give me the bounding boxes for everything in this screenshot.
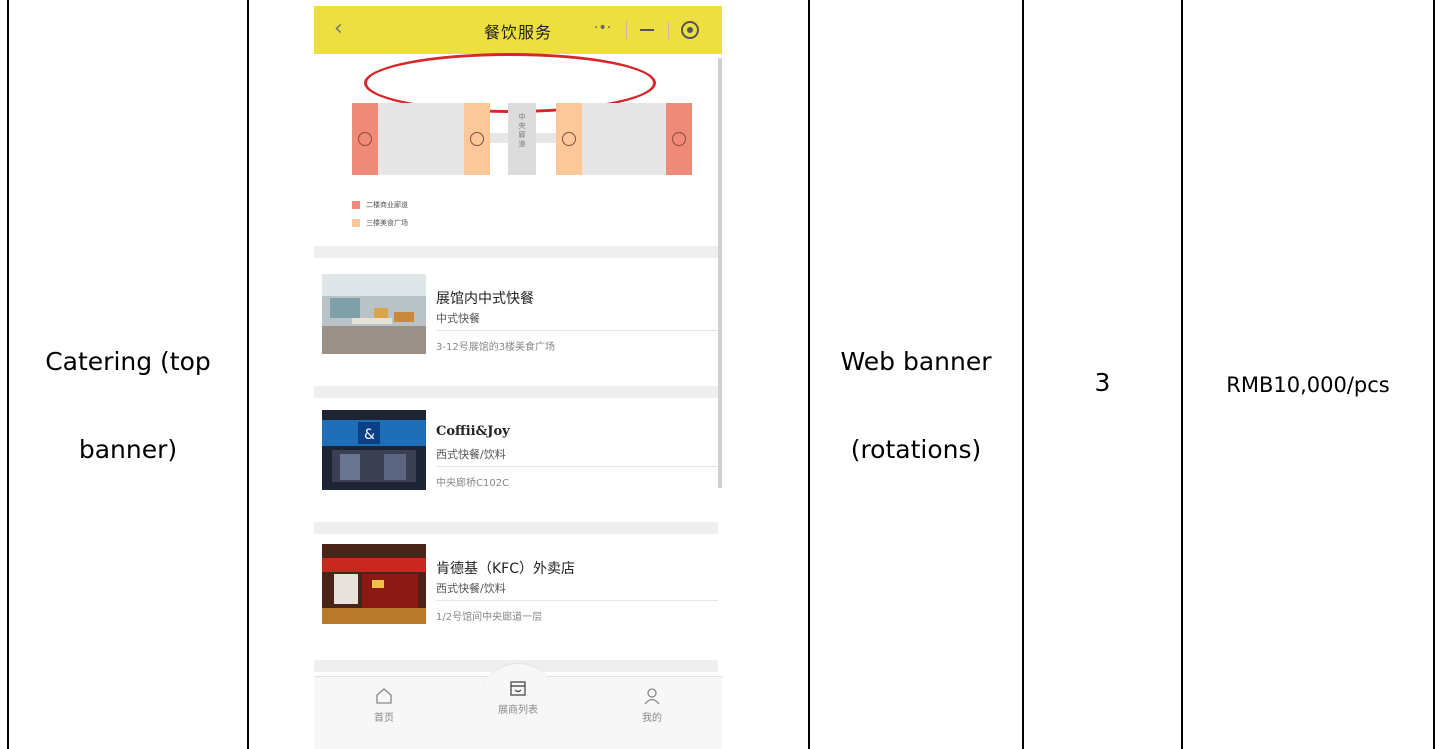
- map-zone-west: [352, 103, 378, 175]
- tab-exhibitor-list-label: 展商列表: [498, 705, 538, 716]
- svg-text:&: &: [364, 427, 375, 443]
- food-icon: [562, 132, 576, 146]
- restaurant-name: 肯德基（KFC）外卖店: [436, 561, 576, 577]
- restaurant-name: Coffii&Joy: [436, 424, 510, 439]
- map-central-corridor: 中央廊道: [508, 103, 536, 175]
- restaurant-item[interactable]: 展馆内中式快餐 中式快餐 3-12号展馆的3楼美食广场: [314, 258, 718, 368]
- map-hall-west: [378, 103, 464, 175]
- map-zone-center-right: [556, 103, 582, 175]
- restaurant-location: 1/2号馆间中央廊道一层: [436, 612, 543, 623]
- restaurant-photo: &: [322, 410, 426, 490]
- channel-line-2: banner): [78, 435, 178, 464]
- tab-home-label: 首页: [374, 713, 394, 724]
- restaurant-category: 中式快餐: [436, 312, 480, 325]
- user-icon: [643, 687, 661, 705]
- restaurant-location: 3-12号展馆的3楼美食广场: [436, 342, 556, 353]
- food-icon: [358, 132, 372, 146]
- restaurant-item[interactable]: & Coffii&Joy 西式快餐/饮料 中央廊桥C102C: [314, 394, 718, 504]
- scrollbar[interactable]: [718, 58, 722, 488]
- home-icon: [375, 687, 393, 705]
- restaurant-photo: [322, 544, 426, 624]
- mini-program-screenshot: ‹ 餐饮服务 ·•· 中央廊道 二楼商业廊道 三楼美食广场 展馆内中式快餐 中式…: [314, 6, 722, 749]
- tab-home[interactable]: 首页: [344, 687, 424, 724]
- map-zone-east: [666, 103, 692, 175]
- tab-me[interactable]: 我的: [612, 687, 692, 724]
- tab-me-label: 我的: [642, 713, 662, 724]
- more-dots-icon[interactable]: ·•·: [594, 20, 611, 36]
- nav-bar: ‹ 餐饮服务 ·•·: [314, 6, 722, 54]
- legend-second-floor: 二楼商业廊道: [366, 201, 408, 209]
- restaurant-item[interactable]: 肯德基（KFC）外卖店 西式快餐/饮料 1/2号馆间中央廊道一层: [314, 528, 718, 638]
- food-icon: [672, 132, 686, 146]
- food-icon: [470, 132, 484, 146]
- map-zone-center-left: [464, 103, 490, 175]
- channel-line-1: Catering (top: [45, 347, 211, 376]
- format-line-2: (rotations): [850, 435, 982, 464]
- format-cell: Web banner (rotations): [810, 318, 1022, 494]
- floor-map: 中央廊道: [352, 103, 692, 175]
- legend-third-floor: 三楼美食广场: [366, 219, 408, 227]
- table-border-right: [1433, 0, 1435, 749]
- price-cell: RMB10,000/pcs: [1226, 373, 1390, 397]
- restaurant-category: 西式快餐/饮料: [436, 582, 506, 595]
- channel-cell: Catering (top banner): [9, 318, 247, 494]
- quantity-cell: 3: [1094, 368, 1111, 397]
- restaurant-category: 西式快餐/饮料: [436, 448, 506, 461]
- restaurant-photo: [322, 274, 426, 354]
- format-line-1: Web banner: [840, 347, 992, 376]
- tab-exhibitor-list[interactable]: 展商列表: [478, 679, 558, 716]
- restaurant-name: 展馆内中式快餐: [436, 291, 534, 307]
- mini-program-capsule: ·•·: [590, 17, 710, 43]
- table-border-col1: [247, 0, 249, 749]
- close-target-icon[interactable]: [681, 21, 699, 39]
- map-hall-east: [582, 103, 666, 175]
- restaurant-location: 中央廊桥C102C: [436, 478, 510, 489]
- map-legend: 二楼商业廊道 三楼美食广场: [352, 196, 408, 232]
- minimize-icon[interactable]: [640, 29, 654, 31]
- central-corridor-label: 中央廊道: [518, 113, 526, 148]
- bottom-tab-bar: 首页 展商列表 我的: [314, 663, 722, 749]
- store-icon: [509, 679, 527, 697]
